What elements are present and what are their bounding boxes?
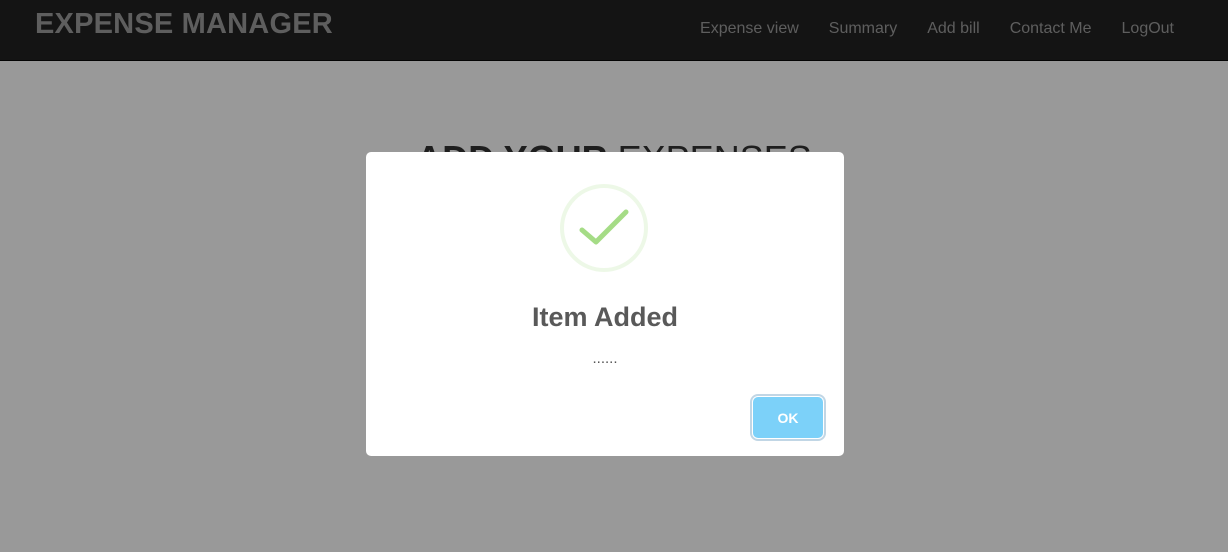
success-check-icon [560,184,648,272]
success-modal: Item Added ...... OK [366,152,844,456]
modal-text: ...... [592,350,618,367]
ok-button[interactable]: OK [753,397,823,438]
page: EXPENSE MANAGER Expense view Summary Add… [0,0,1228,552]
modal-title: Item Added [531,302,678,332]
